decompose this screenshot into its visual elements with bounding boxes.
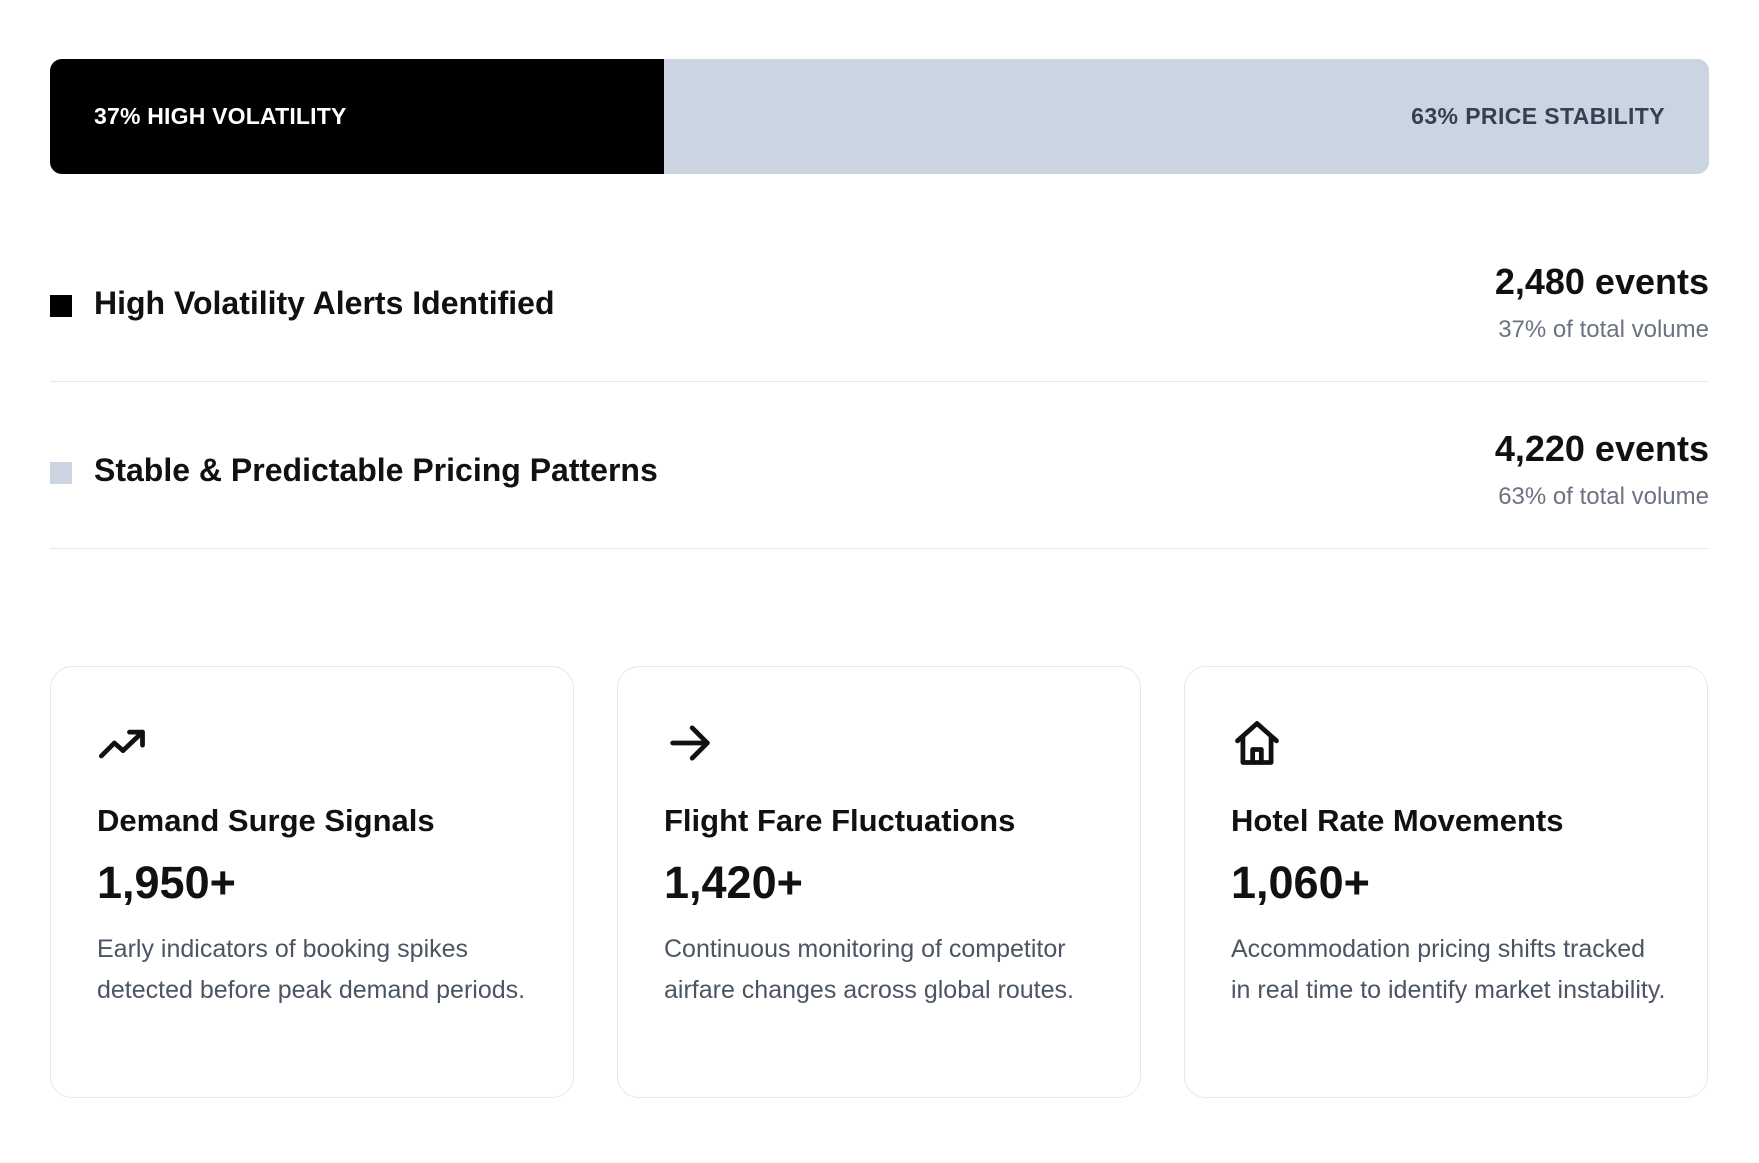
stability-segment: 63% PRICE STABILITY: [663, 59, 1709, 174]
card-title: Hotel Rate Movements: [1231, 803, 1564, 838]
card-title: Demand Surge Signals: [97, 803, 435, 838]
card-description: Accommodation pricing shifts tracked in …: [1231, 935, 1666, 1004]
legend-label-stability: Stable & Predictable Pricing Patterns: [94, 452, 658, 488]
stability-segment-label: 63% PRICE STABILITY: [1411, 103, 1665, 129]
card-number: 1,950+: [97, 857, 236, 908]
trending-up-icon: [98, 729, 145, 759]
volatility-segment-label: 37% HIGH VOLATILITY: [94, 103, 347, 129]
legend-swatch-stability: [50, 462, 72, 484]
legend-list: High Volatility Alerts Identified 2,480 …: [50, 215, 1709, 549]
card-title: Flight Fare Fluctuations: [664, 803, 1016, 838]
card-description: Continuous monitoring of competitor airf…: [664, 935, 1074, 1004]
card-number: 1,060+: [1231, 857, 1370, 908]
card-hotel-rates: Hotel Rate Movements 1,060+ Accommodatio…: [1184, 666, 1708, 1098]
legend-value-volatility: 2,480 events: [1494, 261, 1709, 302]
legend-row-stability: Stable & Predictable Pricing Patterns 4,…: [50, 382, 1709, 549]
legend-share-stability: 63% of total volume: [1498, 483, 1709, 510]
legend-value-stability: 4,220 events: [1494, 428, 1709, 469]
legend-swatch-volatility: [50, 295, 72, 317]
card-flight-fares: Flight Fare Fluctuations 1,420+ Continuo…: [617, 666, 1141, 1098]
card-number: 1,420+: [664, 857, 803, 908]
volatility-segment: 37% HIGH VOLATILITY: [50, 59, 664, 174]
arrow-right-icon: [670, 725, 710, 761]
volatility-split-bar: 37% HIGH VOLATILITY 63% PRICE STABILITY: [50, 59, 1709, 174]
legend-share-volatility: 37% of total volume: [1498, 316, 1709, 343]
legend-label-volatility: High Volatility Alerts Identified: [94, 285, 555, 321]
card-description: Early indicators of booking spikes detec…: [97, 935, 526, 1004]
legend-row-volatility: High Volatility Alerts Identified 2,480 …: [50, 215, 1709, 382]
card-demand-surge: Demand Surge Signals 1,950+ Early indica…: [50, 666, 574, 1098]
home-icon: [1235, 721, 1279, 765]
